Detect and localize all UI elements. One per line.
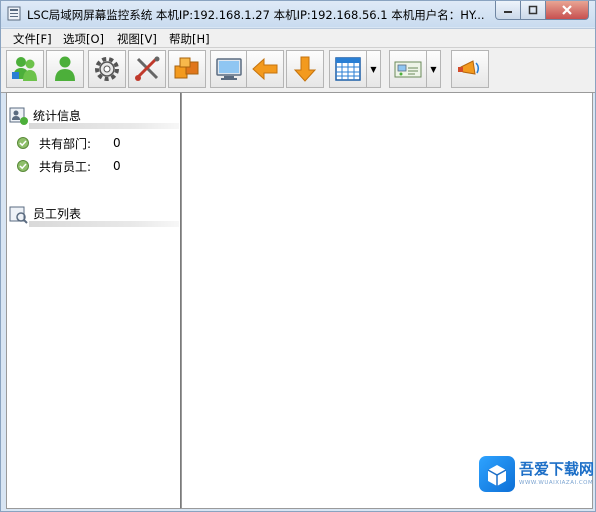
network-button[interactable] (389, 50, 427, 88)
modules-button[interactable] (168, 50, 206, 88)
network-dropdown-button[interactable]: ▼ (427, 50, 441, 88)
window-title: LSC局域网屏幕监控系统 本机IP:192.168.1.27 本机IP:192.… (27, 8, 485, 22)
menu-view[interactable]: 视图[V] (117, 31, 157, 47)
stat-label: 共有员工: (39, 159, 92, 174)
watermark-url: WWW.WUAIXIAZAI.COM (519, 480, 594, 486)
stat-value: 0 (113, 159, 121, 173)
add-department-button[interactable] (6, 50, 44, 88)
users-add-icon (12, 57, 37, 81)
menu-bar: 文件[F] 选项[O] 视图[V] 帮助[H] (1, 28, 595, 47)
app-window: LSC局域网屏幕监控系统 本机IP:192.168.1.27 本机IP:192.… (0, 0, 596, 512)
arrow-left-icon (252, 57, 278, 81)
stat-value: 0 (113, 136, 121, 150)
menu-help[interactable]: 帮助[H] (169, 31, 210, 47)
caption-buttons (495, 1, 589, 20)
grid-icon (335, 57, 361, 81)
boxes-icon (174, 57, 199, 79)
menu-file[interactable]: 文件[F] (13, 31, 52, 47)
close-button[interactable] (546, 1, 589, 20)
monitor-icon (216, 58, 242, 80)
gear-icon (95, 57, 119, 81)
chevron-down-icon: ▼ (430, 64, 437, 74)
maximize-button[interactable] (521, 1, 546, 20)
left-panel: 统计信息 共有部门: 0 共有员工: 0 员工列表 (6, 92, 182, 509)
layout-dropdown-button[interactable]: ▼ (367, 50, 381, 88)
watermark-text: 吾爱下载网 (519, 460, 595, 478)
user-icon (55, 56, 75, 81)
tools-button[interactable] (128, 50, 166, 88)
minimize-button[interactable] (495, 1, 521, 20)
app-icon (7, 6, 21, 21)
statistics-header-bar (29, 123, 179, 129)
add-employee-button[interactable] (46, 50, 84, 88)
toolbar: ▼ ▼ (1, 47, 595, 93)
statistics-icon (9, 107, 28, 125)
employee-list-title[interactable]: 员工列表 (33, 205, 81, 222)
chevron-down-icon: ▼ (370, 64, 377, 74)
maximize-icon (528, 5, 538, 15)
box-icon (487, 465, 507, 486)
watermark-logo (479, 456, 515, 492)
tools-icon (135, 56, 160, 81)
broadcast-button[interactable] (451, 50, 489, 88)
employee-list-header-bar (29, 221, 179, 227)
stat-row-departments: 共有部门: 0 (17, 135, 133, 151)
menu-options[interactable]: 选项[O] (63, 31, 104, 47)
stat-row-employees: 共有员工: 0 (17, 158, 133, 174)
network-icon (394, 61, 422, 78)
main-content-area[interactable] (181, 92, 593, 509)
back-button[interactable] (246, 50, 284, 88)
monitor-button[interactable] (210, 50, 248, 88)
employee-search-icon (9, 206, 28, 224)
megaphone-icon (458, 60, 480, 75)
stat-label: 共有部门: (39, 136, 92, 151)
check-circle-icon (17, 137, 29, 149)
arrow-down-icon (293, 56, 317, 82)
minimize-icon (504, 11, 512, 13)
settings-button[interactable] (88, 50, 126, 88)
close-icon (562, 5, 572, 15)
layout-button[interactable] (329, 50, 367, 88)
statistics-title[interactable]: 统计信息 (33, 107, 81, 124)
check-circle-icon (17, 160, 29, 172)
download-button[interactable] (286, 50, 324, 88)
title-bar[interactable]: LSC局域网屏幕监控系统 本机IP:192.168.1.27 本机IP:192.… (1, 1, 595, 27)
watermark: 吾爱下载网 WWW.WUAIXIAZAI.COM (479, 454, 595, 494)
